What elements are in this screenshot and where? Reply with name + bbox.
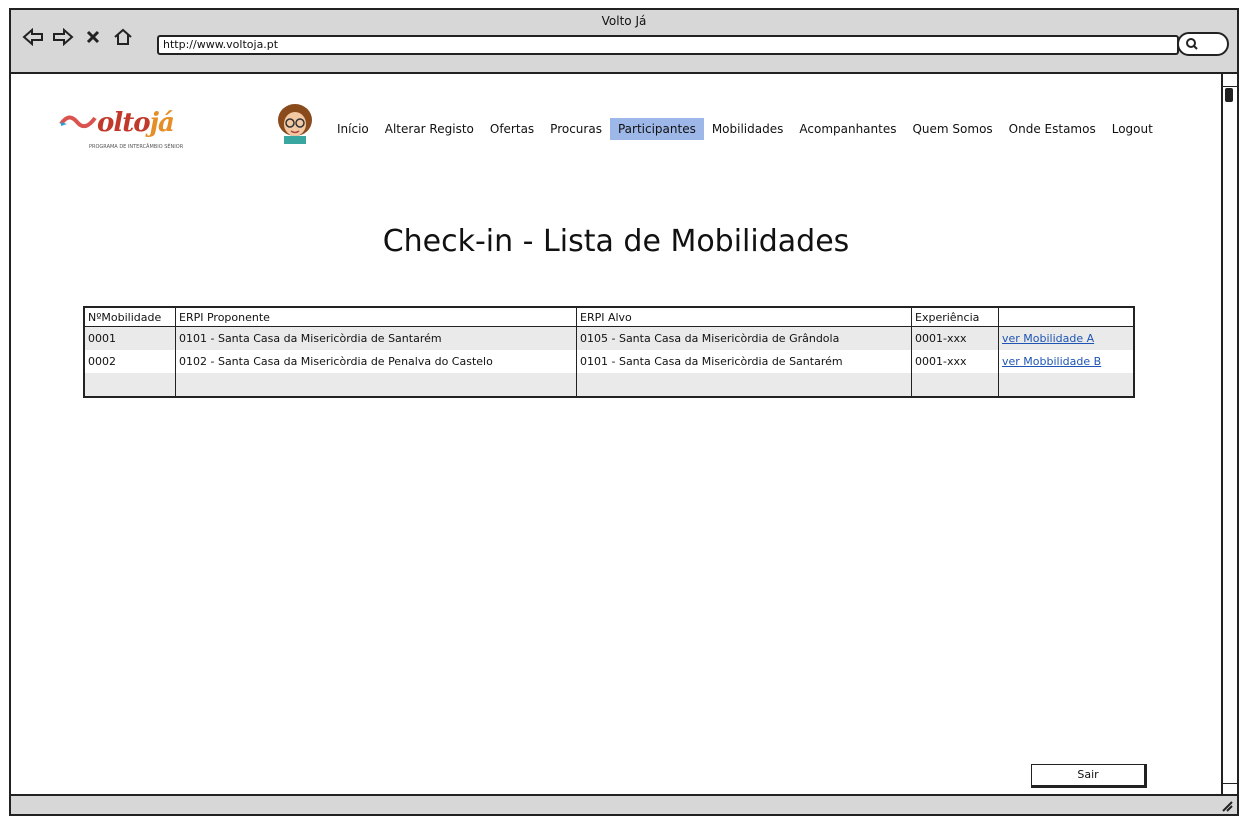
menu-item-mobilidades[interactable]: Mobilidades (704, 118, 792, 140)
table-row-empty (83, 373, 1134, 397)
cell-num: 0002 (83, 350, 176, 373)
menu-item-quem-somos[interactable]: Quem Somos (904, 118, 1000, 140)
vertical-scrollbar[interactable] (1221, 74, 1237, 796)
cell-alvo: 0101 - Santa Casa da Misericòrdia de San… (576, 350, 912, 373)
cell-proponente: 0102 - Santa Casa da Misericòrdia de Pen… (175, 350, 577, 373)
menu-item-procuras[interactable]: Procuras (542, 118, 610, 140)
back-arrow-icon[interactable] (21, 26, 45, 48)
menu-item-inicio[interactable]: Início (329, 118, 377, 140)
close-icon[interactable] (81, 26, 105, 48)
cell-experiencia: 0001-xxx (911, 326, 999, 350)
brand-tagline: PROGRAMA DE INTERCÂMBIO SÉNIOR (89, 144, 184, 150)
col-header-proponente: ERPI Proponente (175, 307, 577, 327)
resize-handle-icon[interactable] (1221, 800, 1233, 812)
table-row: 0002 0102 - Santa Casa da Misericòrdia d… (83, 350, 1134, 373)
ver-mobilidade-link[interactable]: ver Mobbilidade B (1002, 355, 1101, 368)
menu-item-ofertas[interactable]: Ofertas (482, 118, 542, 140)
scroll-thumb[interactable] (1225, 88, 1233, 102)
col-header-experiencia: Experiência (911, 307, 999, 327)
window-title: Volto Já (601, 14, 647, 28)
search-button[interactable] (1177, 32, 1229, 56)
home-icon[interactable] (111, 26, 135, 48)
mobilities-table: NºMobilidade ERPI Proponente ERPI Alvo E… (83, 306, 1135, 398)
browser-chrome: Volto Já http://www.voltoja.pt (11, 10, 1237, 74)
brand-logo[interactable]: oltojá PROGRAMA DE INTERCÂMBIO SÉNIOR (59, 108, 219, 158)
col-header-alvo: ERPI Alvo (576, 307, 912, 327)
browser-window: Volto Já http://www.voltoja.pt oltojá PR… (9, 8, 1239, 816)
address-bar[interactable]: http://www.voltoja.pt (157, 35, 1179, 55)
menu-item-alterar-registo[interactable]: Alterar Registo (377, 118, 482, 140)
menu-item-logout[interactable]: Logout (1104, 118, 1161, 140)
menu-item-participantes[interactable]: Participantes (609, 118, 704, 140)
cell-num: 0001 (83, 326, 176, 350)
forward-arrow-icon[interactable] (51, 26, 75, 48)
ver-mobilidade-link[interactable]: ver Mobilidade A (1002, 332, 1094, 345)
page-content: oltojá PROGRAMA DE INTERCÂMBIO SÉNIOR In… (11, 74, 1221, 796)
table-row: 0001 0101 - Santa Casa da Misericòrdia d… (83, 326, 1134, 350)
main-menu: Início Alterar Registo Ofertas Procuras … (329, 118, 1161, 140)
cell-proponente: 0101 - Santa Casa da Misericòrdia de San… (175, 326, 577, 350)
search-icon (1186, 38, 1198, 50)
scroll-up-icon[interactable] (1223, 74, 1237, 87)
user-avatar[interactable] (275, 102, 315, 144)
cell-experiencia: 0001-xxx (911, 350, 999, 373)
page-title: Check-in - Lista de Mobilidades (382, 224, 850, 259)
col-header-actions (998, 307, 1134, 327)
col-header-num: NºMobilidade (83, 307, 176, 327)
status-bar (11, 794, 1237, 814)
menu-item-onde-estamos[interactable]: Onde Estamos (1001, 118, 1104, 140)
exit-button[interactable]: Sair (1031, 764, 1147, 788)
cell-alvo: 0105 - Santa Casa da Misericòrdia de Grâ… (576, 326, 912, 350)
menu-item-acompanhantes[interactable]: Acompanhantes (791, 118, 904, 140)
